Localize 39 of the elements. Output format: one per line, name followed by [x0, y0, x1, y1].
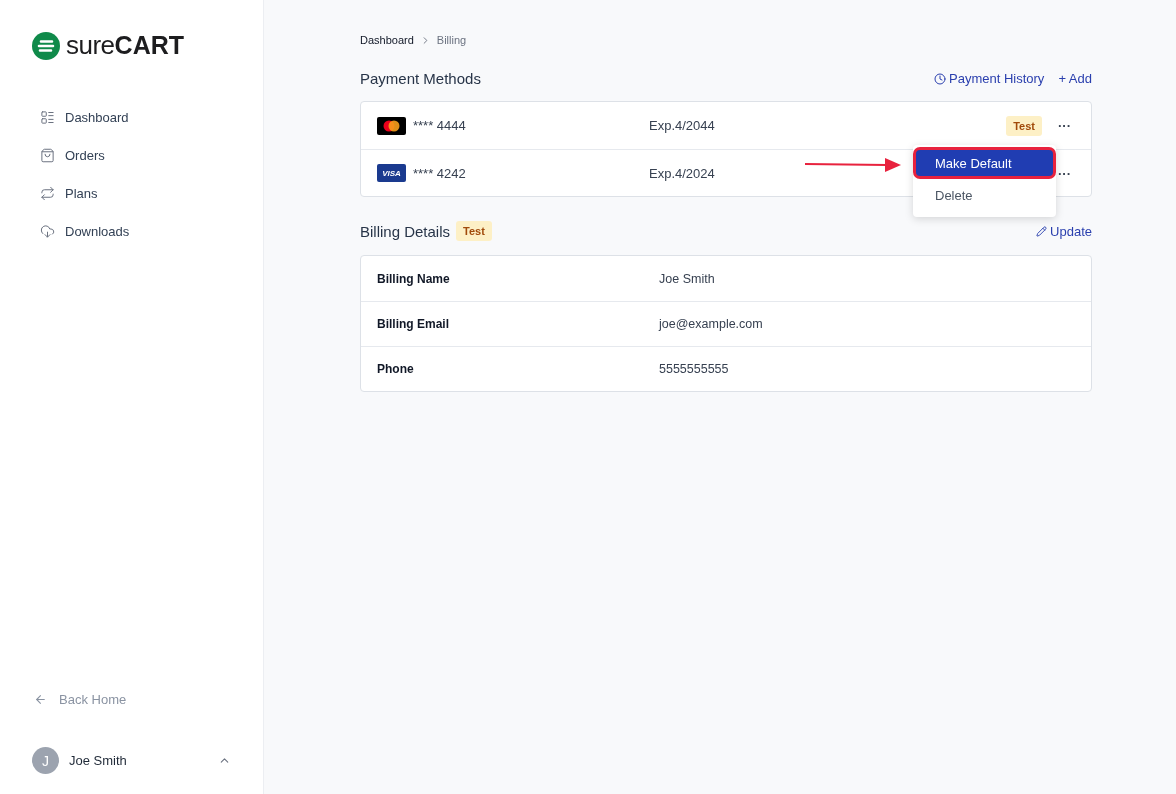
test-badge: Test	[456, 221, 492, 241]
detail-value: Joe Smith	[659, 271, 715, 286]
nav-item[interactable]: Downloads	[32, 213, 231, 249]
avatar: J	[32, 747, 59, 774]
pencil-icon	[1036, 225, 1048, 237]
section-title: Payment Methods	[360, 70, 481, 87]
more-button[interactable]: ···	[1054, 118, 1075, 133]
card-expiry: Exp.4/2024	[649, 165, 716, 181]
detail-label: Billing Name	[377, 271, 451, 286]
detail-label: Phone	[377, 362, 415, 376]
user-name: Joe Smith	[69, 753, 128, 768]
cloud-download-icon	[40, 223, 55, 239]
add-link[interactable]: + Add	[1058, 71, 1092, 86]
more-button[interactable]: ···	[1054, 165, 1075, 181]
logo-text: sureCART	[66, 30, 184, 61]
card-brand-icon	[377, 116, 406, 135]
breadcrumb-link[interactable]: Billing	[436, 34, 467, 46]
bag-icon	[40, 147, 55, 163]
card-brand-icon: VISA	[377, 164, 406, 182]
section-title: Billing Details	[360, 222, 451, 240]
arrow-left-icon	[34, 693, 47, 706]
nav-item[interactable]: Dashboard	[32, 99, 231, 135]
clock-icon	[934, 72, 946, 85]
repeat-icon	[40, 185, 55, 201]
card-number: **** 4444	[413, 118, 467, 133]
detail-label: Billing Email	[377, 317, 450, 331]
test-badge: Test	[1006, 115, 1042, 136]
card-number: **** 4242	[413, 165, 467, 181]
menu-item[interactable]: Make Default	[913, 147, 1056, 179]
breadcrumb-link[interactable]: Dashboard	[360, 34, 414, 46]
menu-item[interactable]: Delete	[913, 179, 1056, 211]
detail-value: joe@example.com	[659, 317, 763, 331]
nav-item[interactable]: Plans	[32, 175, 231, 211]
detail-value: 5555555555	[659, 362, 729, 376]
logo-icon	[32, 31, 60, 60]
card-expiry: Exp.4/2044	[649, 118, 716, 133]
update-link[interactable]: Update	[1036, 223, 1092, 239]
nav-item[interactable]: Orders	[32, 137, 231, 173]
payment-history-link[interactable]: Payment History	[934, 71, 1045, 86]
